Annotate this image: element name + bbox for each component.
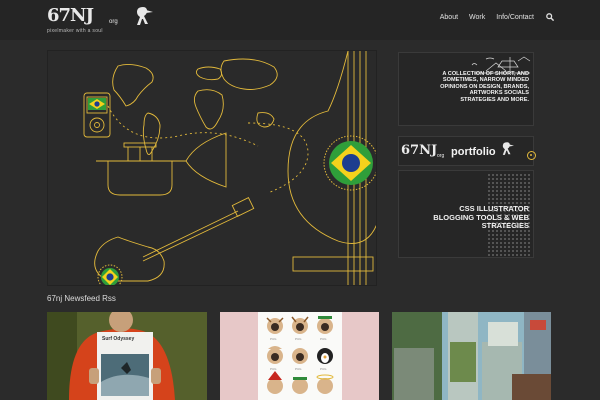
pelican-icon [502,142,514,155]
street-photo [392,312,551,400]
surf-magazine-photo [47,312,207,400]
pug-caption: PUG [295,367,302,371]
nav-about[interactable]: About [440,14,458,21]
pug-grid [266,316,334,394]
pug-christmas-poster: PUG PUG PUG PUG PUG PUG [220,312,379,400]
brazil-flag-player [88,98,106,110]
pelican-icon [137,7,153,25]
dotted-path [107,105,259,147]
pug-caption: PUG [270,367,277,371]
feed-card-surf[interactable]: Surf Odyssey [47,312,207,400]
portfolio-org: org [437,153,445,159]
target-icon [527,151,536,160]
portfolio-label: portfolio [451,146,496,158]
continent-australia [256,112,275,128]
music-world-illustration [83,51,376,285]
logo-tagline: pixelmaker with a soul [47,28,103,34]
trumpet-drawing [96,132,227,196]
logo-org: org [109,19,118,25]
pug-caption: PUG [320,367,327,371]
feed-card-pugs[interactable]: PUG PUG PUG PUG PUG PUG [220,312,379,400]
feed-title: 67nj Newsfeed Rss [47,294,116,303]
pug-caption: PUG [295,337,302,341]
main-nav: About Work Info/Contact [429,13,554,21]
portfolio-logo-text: 67NJ [401,143,438,158]
nav-info-contact[interactable]: Info/Contact [496,14,534,21]
continent-europe [195,66,223,81]
site-header: 67NJ org pixelmaker with a soul About Wo… [0,0,600,40]
services-list: CSS ILLUSTRATOR BLOGGING TOOLS & WEB STR… [433,204,529,231]
continent-asia [220,58,278,90]
blog-promo-panel[interactable]: A COLLECTION OF SHORT, AND SOMETIMES, NA… [398,52,534,126]
site-logo[interactable]: 67NJ org pixelmaker with a soul [47,5,157,35]
logo-text: 67NJ [47,5,94,26]
continent-africa [193,89,224,130]
nav-work[interactable]: Work [469,14,485,21]
continent-north-america [112,63,154,107]
search-icon[interactable] [546,13,554,21]
blog-description: A COLLECTION OF SHORT, AND SOMETIMES, NA… [440,71,529,103]
guitar-drawing-left [94,197,255,282]
pug-caption: PUG [320,337,327,341]
pug-caption: PUG [270,337,277,341]
hero-illustration[interactable] [47,50,377,286]
brazil-flag-guitar-left [97,264,123,285]
brazil-flag-guitar-right [323,135,376,191]
dotted-path [247,122,309,194]
feed-card-street[interactable] [392,312,551,400]
portfolio-panel[interactable]: 67NJ org portfolio [398,136,534,166]
services-panel[interactable]: CSS ILLUSTRATOR BLOGGING TOOLS & WEB STR… [398,170,534,258]
magazine-title: Surf Odyssey [102,336,135,342]
